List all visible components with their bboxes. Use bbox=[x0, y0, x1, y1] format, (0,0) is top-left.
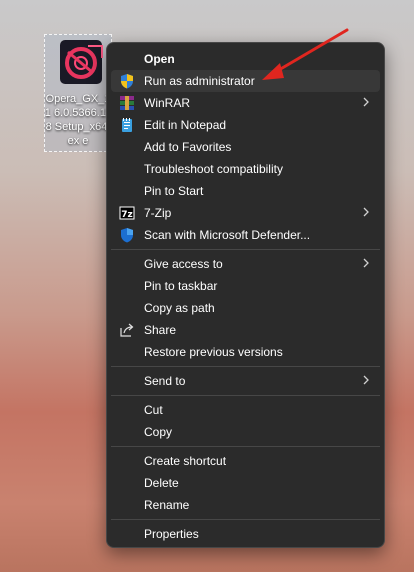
file-name-label: Opera_GX_11 6.0.5366.118 Setup_x64.ex e bbox=[44, 93, 112, 147]
menu-item-label: Restore previous versions bbox=[144, 345, 283, 359]
menu-item-pin-to-start[interactable]: Pin to Start bbox=[111, 180, 380, 202]
menu-item-label: Pin to Start bbox=[144, 184, 204, 198]
7-zip-icon: 7z bbox=[119, 206, 135, 220]
menu-separator bbox=[111, 395, 380, 396]
context-menu: Open Run as administrator WinRAR Edit in… bbox=[106, 42, 385, 548]
menu-item-scan-with-defender[interactable]: Scan with Microsoft Defender... bbox=[111, 224, 380, 246]
menu-separator bbox=[111, 519, 380, 520]
menu-item-label: Send to bbox=[144, 374, 186, 388]
chevron-right-icon bbox=[363, 375, 369, 385]
notepad-icon bbox=[122, 118, 132, 132]
menu-separator bbox=[111, 366, 380, 367]
menu-item-delete[interactable]: Delete bbox=[111, 472, 380, 494]
menu-item-rename[interactable]: Rename bbox=[111, 494, 380, 516]
menu-item-create-shortcut[interactable]: Create shortcut bbox=[111, 450, 380, 472]
menu-item-label: Run as administrator bbox=[144, 74, 255, 88]
menu-item-label: Cut bbox=[144, 403, 163, 417]
menu-item-label: Add to Favorites bbox=[144, 140, 232, 154]
uac-shield-icon bbox=[121, 74, 133, 89]
menu-item-label: Copy bbox=[144, 425, 173, 439]
menu-item-label: Copy as path bbox=[144, 301, 215, 315]
menu-item-give-access-to[interactable]: Give access to bbox=[111, 253, 380, 275]
menu-item-troubleshoot-compatibility[interactable]: Troubleshoot compatibility bbox=[111, 158, 380, 180]
opera-gx-icon[interactable] bbox=[58, 38, 104, 86]
menu-item-pin-to-taskbar[interactable]: Pin to taskbar bbox=[111, 275, 380, 297]
menu-item-label: WinRAR bbox=[144, 96, 191, 110]
menu-item-label: Pin to taskbar bbox=[144, 279, 218, 293]
menu-item-label: Create shortcut bbox=[144, 454, 227, 468]
menu-item-add-to-favorites[interactable]: Add to Favorites bbox=[111, 136, 380, 158]
menu-item-winrar[interactable]: WinRAR bbox=[111, 92, 380, 114]
menu-item-properties[interactable]: Properties bbox=[111, 523, 380, 545]
chevron-right-icon bbox=[363, 207, 369, 217]
menu-item-label: Scan with Microsoft Defender... bbox=[144, 228, 311, 242]
menu-item-label: Properties bbox=[144, 527, 199, 541]
menu-item-7-zip[interactable]: 7z 7-Zip bbox=[111, 202, 380, 224]
menu-item-open[interactable]: Open bbox=[111, 48, 380, 70]
menu-item-label: Edit in Notepad bbox=[144, 118, 227, 132]
share-icon bbox=[120, 323, 134, 337]
menu-separator bbox=[111, 249, 380, 250]
menu-item-run-as-administrator[interactable]: Run as administrator bbox=[111, 70, 380, 92]
winrar-icon bbox=[120, 96, 134, 110]
menu-item-send-to[interactable]: Send to bbox=[111, 370, 380, 392]
menu-separator bbox=[111, 446, 380, 447]
svg-text:7z: 7z bbox=[121, 210, 133, 220]
defender-shield-icon bbox=[121, 228, 133, 243]
chevron-right-icon bbox=[363, 258, 369, 268]
menu-item-label: Delete bbox=[144, 476, 179, 490]
menu-item-share[interactable]: Share bbox=[111, 319, 380, 341]
menu-item-label: Rename bbox=[144, 498, 190, 512]
menu-item-label: Share bbox=[144, 323, 177, 337]
menu-item-copy-as-path[interactable]: Copy as path bbox=[111, 297, 380, 319]
menu-item-copy[interactable]: Copy bbox=[111, 421, 380, 443]
menu-item-label: Open bbox=[144, 52, 175, 66]
menu-item-label: 7-Zip bbox=[144, 206, 172, 220]
menu-item-restore-previous-versions[interactable]: Restore previous versions bbox=[111, 341, 380, 363]
menu-item-cut[interactable]: Cut bbox=[111, 399, 380, 421]
menu-item-label: Troubleshoot compatibility bbox=[144, 162, 283, 176]
menu-item-label: Give access to bbox=[144, 257, 223, 271]
menu-item-edit-in-notepad[interactable]: Edit in Notepad bbox=[111, 114, 380, 136]
chevron-right-icon bbox=[363, 97, 369, 107]
